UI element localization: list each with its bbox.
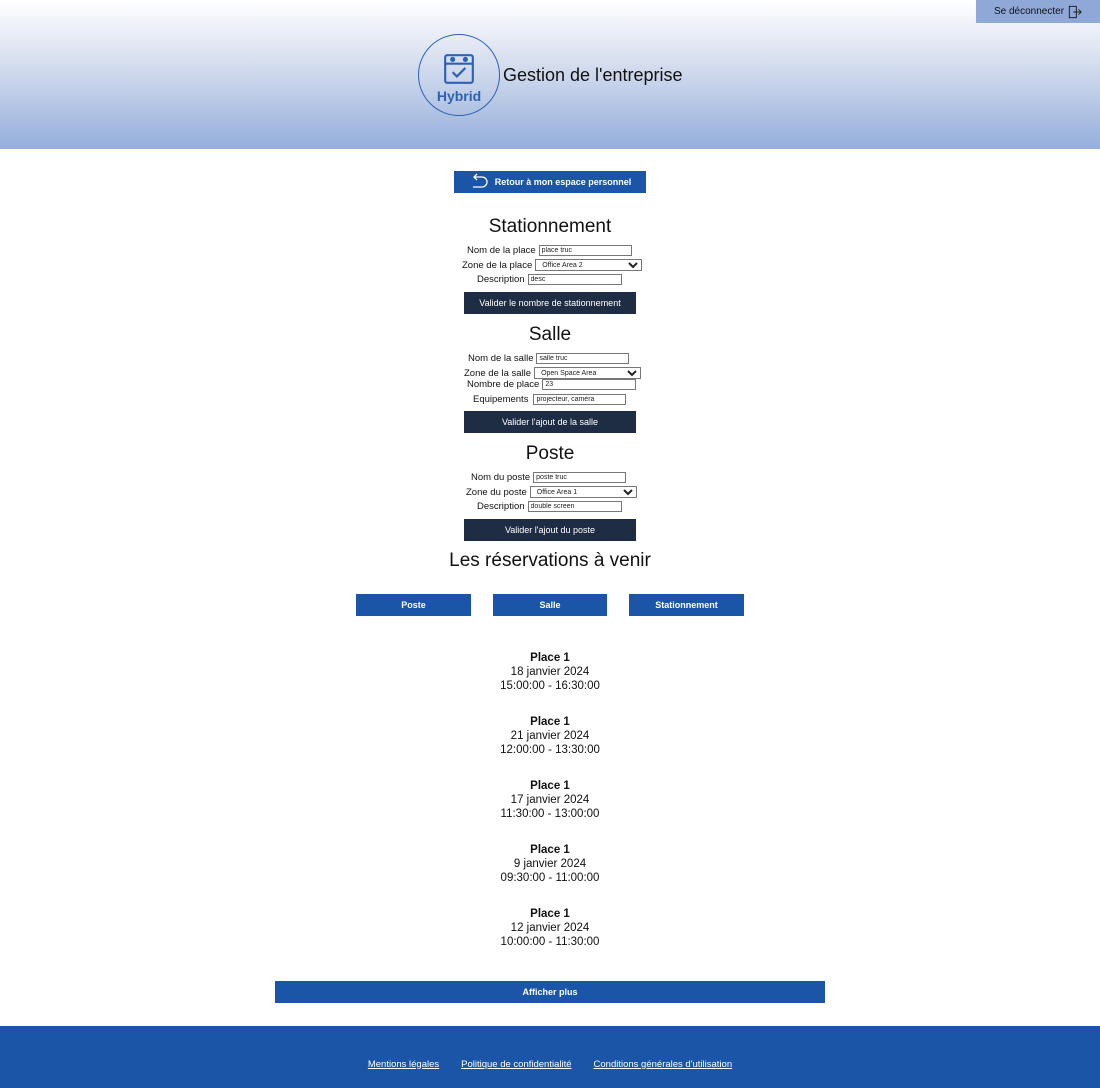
brand: Hybrid Gestion de l'entreprise xyxy=(418,34,683,116)
parking-description-row: Description xyxy=(477,274,622,285)
reservation-time: 10:00:00 - 11:30:00 xyxy=(500,936,600,948)
tab-salle[interactable]: Salle xyxy=(493,594,607,616)
parking-name-input[interactable] xyxy=(538,245,632,256)
room-name-row: Nom de la salle xyxy=(468,353,630,364)
logout-icon xyxy=(1068,5,1082,18)
parking-zone-select[interactable]: Office Area 2 xyxy=(535,259,643,271)
room-zone-select[interactable]: Open Space Area xyxy=(534,367,642,379)
room-section-title: Salle xyxy=(528,324,572,345)
reservation-item: Place 1 9 janvier 2024 09:30:00 - 11:00:… xyxy=(0,843,1100,885)
show-more-button[interactable]: Afficher plus xyxy=(275,981,825,1003)
calendar-check-icon xyxy=(444,54,474,84)
desk-name-input[interactable] xyxy=(533,472,627,483)
reservation-title: Place 1 xyxy=(530,652,570,664)
tab-stationnement[interactable]: Stationnement xyxy=(629,594,744,616)
room-zone-row: Zone de la salle Open Space Area xyxy=(464,367,642,379)
reservation-date: 21 janvier 2024 xyxy=(510,730,590,742)
reservation-date: 17 janvier 2024 xyxy=(510,794,590,806)
reservation-title: Place 1 xyxy=(530,780,570,792)
room-seats-input[interactable] xyxy=(542,379,637,390)
footer-link-legal[interactable]: Mentions légales xyxy=(368,1059,439,1070)
footer-link-terms[interactable]: Conditions générales d'utilisation xyxy=(594,1059,733,1070)
desk-zone-row: Zone du poste Office Area 1 xyxy=(466,486,637,498)
desk-section-title: Poste xyxy=(525,443,575,464)
room-seats-row: Nombre de place xyxy=(467,379,637,390)
desk-description-row: Description xyxy=(477,501,622,512)
parking-description-label: Description xyxy=(477,274,525,285)
room-name-input[interactable] xyxy=(536,353,630,364)
reservation-time: 15:00:00 - 16:30:00 xyxy=(500,680,600,692)
desk-name-label: Nom du poste xyxy=(471,472,531,483)
parking-description-input[interactable] xyxy=(527,274,622,285)
page-header: Se déconnecter Hybrid Gestion de l'entre… xyxy=(0,0,1100,149)
back-button-label: Retour à mon espace personnel xyxy=(494,177,632,187)
page-footer: Mentions légales Politique de confidenti… xyxy=(0,1026,1100,1088)
reservation-title: Place 1 xyxy=(530,716,570,728)
desk-description-input[interactable] xyxy=(527,501,622,512)
back-to-personal-space-button[interactable]: Retour à mon espace personnel xyxy=(454,171,646,193)
validate-parking-button[interactable]: Valider le nombre de stationnement xyxy=(464,292,636,314)
parking-name-row: Nom de la place xyxy=(467,245,632,256)
reservation-item: Place 1 18 janvier 2024 15:00:00 - 16:30… xyxy=(0,651,1100,693)
room-seats-label: Nombre de place xyxy=(467,379,540,390)
desk-description-label: Description xyxy=(477,501,525,512)
desk-zone-label: Zone du poste xyxy=(466,486,527,498)
reservation-time: 12:00:00 - 13:30:00 xyxy=(500,744,600,756)
desk-zone-select[interactable]: Office Area 1 xyxy=(529,486,637,498)
room-equipment-input[interactable] xyxy=(533,394,627,405)
footer-link-privacy[interactable]: Politique de confidentialité xyxy=(461,1059,571,1070)
tab-poste[interactable]: Poste xyxy=(356,594,471,616)
validate-room-button[interactable]: Valider l'ajout de la salle xyxy=(464,411,636,433)
parking-section-title: Stationnement xyxy=(488,216,612,237)
room-name-label: Nom de la salle xyxy=(468,353,534,364)
logout-label: Se déconnecter xyxy=(993,6,1065,17)
reservation-title: Place 1 xyxy=(530,844,570,856)
reservation-date: 9 janvier 2024 xyxy=(513,858,587,870)
logout-button[interactable]: Se déconnecter xyxy=(976,0,1100,23)
desk-name-row: Nom du poste xyxy=(471,472,627,483)
reservation-time: 11:30:00 - 13:00:00 xyxy=(500,808,600,820)
reservation-item: Place 1 12 janvier 2024 10:00:00 - 11:30… xyxy=(0,907,1100,949)
page-title: Gestion de l'entreprise xyxy=(503,64,683,85)
reservations-title: Les réservations à venir xyxy=(449,550,651,571)
parking-zone-label: Zone de la place xyxy=(462,259,533,271)
room-zone-label: Zone de la salle xyxy=(464,367,532,379)
return-arrow-icon xyxy=(472,173,488,188)
reservation-date: 12 janvier 2024 xyxy=(510,922,590,934)
reservation-title: Place 1 xyxy=(530,908,570,920)
logo-text: Hybrid xyxy=(436,88,482,104)
reservation-item: Place 1 17 janvier 2024 11:30:00 - 13:00… xyxy=(0,779,1100,821)
room-equipment-label: Equipements xyxy=(473,394,529,405)
hybrid-logo: Hybrid xyxy=(418,34,500,116)
reservation-item: Place 1 21 janvier 2024 12:00:00 - 13:30… xyxy=(0,715,1100,757)
parking-zone-row: Zone de la place Office Area 2 xyxy=(462,259,643,271)
reservation-time: 09:30:00 - 11:00:00 xyxy=(500,872,600,884)
validate-desk-button[interactable]: Valider l'ajout du poste xyxy=(464,519,636,541)
room-equipment-row: Equipements xyxy=(473,394,627,405)
parking-name-label: Nom de la place xyxy=(467,245,536,256)
reservation-date: 18 janvier 2024 xyxy=(510,666,590,678)
